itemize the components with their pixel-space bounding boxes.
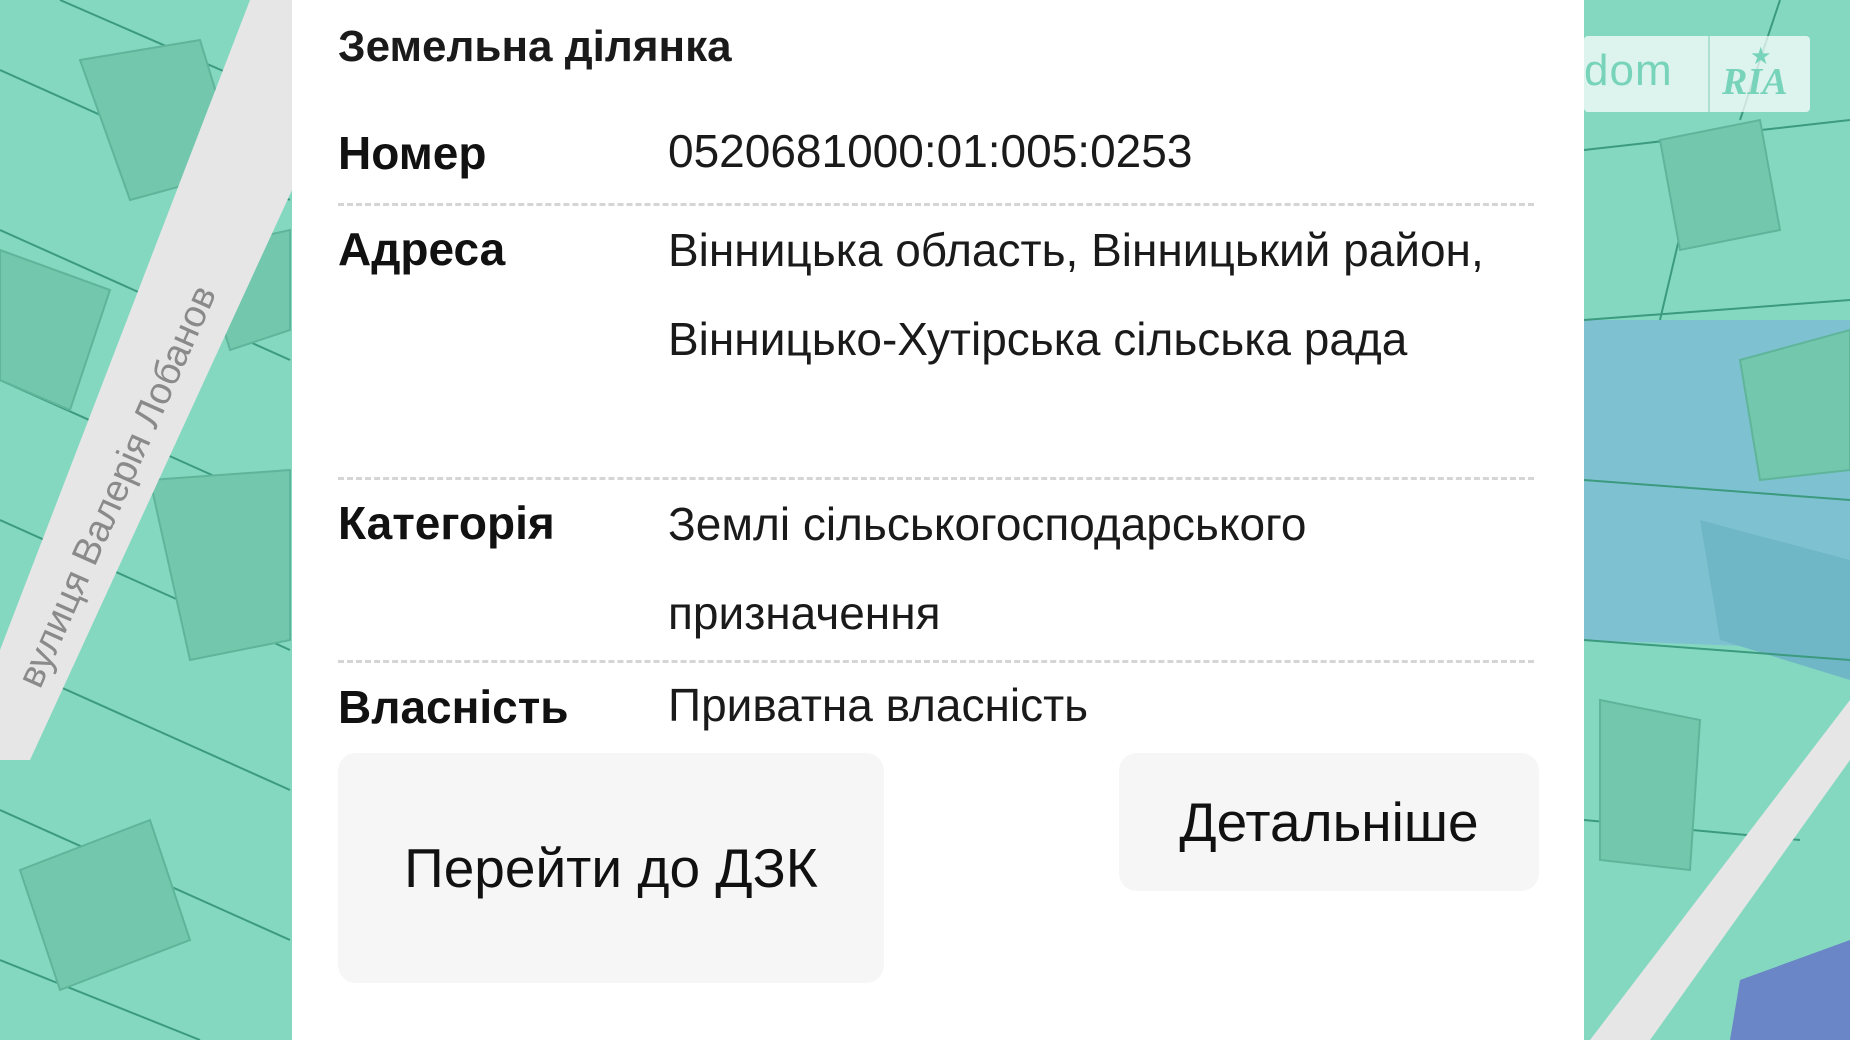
logo-ria-text: RIA <box>1722 61 1788 103</box>
details-button[interactable]: Детальніше <box>1119 753 1539 891</box>
row-category-label: Категорія <box>338 497 555 549</box>
panel-title: Земельна ділянка <box>338 22 732 71</box>
row-number-value[interactable]: 0520681000:01:005:0253 <box>668 122 1538 180</box>
row-ownership-label: Власність <box>338 681 569 733</box>
domria-logo: dom ★ RIA <box>1584 36 1810 112</box>
logo-ria-mark: ★ RIA <box>1708 36 1812 112</box>
parcel-info-panel: Земельна ділянка Номер 0520681000:01:005… <box>292 0 1584 1040</box>
row-ownership-value: Приватна власність <box>668 679 1089 731</box>
row-category-value: Землі сільськогосподарського призначення <box>668 498 1307 639</box>
logo-dom-text: dom <box>1584 46 1673 95</box>
row-address-value: Вінницька область, Вінницький район, Він… <box>668 224 1484 365</box>
row-separator <box>338 660 1534 663</box>
row-number-label: Номер <box>338 127 487 179</box>
go-to-dzk-button[interactable]: Перейти до ДЗК <box>338 753 884 983</box>
row-address-label: Адреса <box>338 223 506 275</box>
